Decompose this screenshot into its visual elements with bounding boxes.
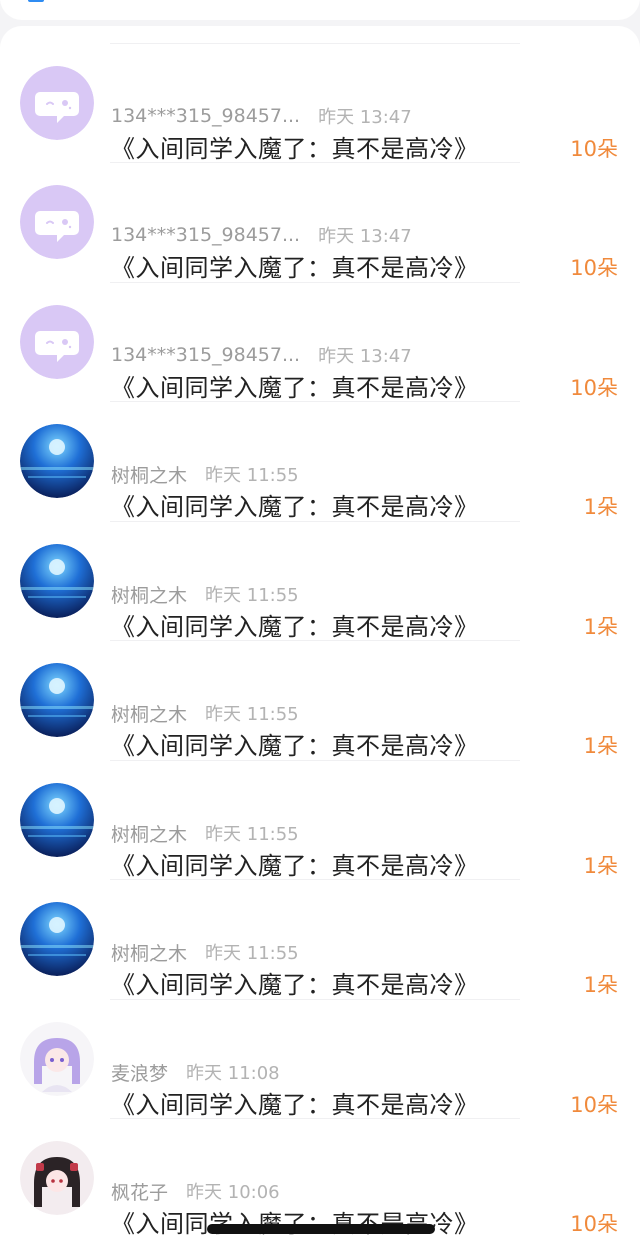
book-title: 《入间同学入魔了：真不是高冷》 [111,254,479,282]
book-title: 《入间同学入魔了：真不是高冷》 [111,493,479,521]
flower-count: 1朵 [583,973,618,997]
flower-count: 1朵 [583,495,618,519]
avatar[interactable] [20,1141,94,1215]
user-name: 麦浪梦 [111,1062,169,1085]
avatar[interactable] [20,544,94,618]
list-item[interactable]: 134***315_98457... 昨天 13:47 《入间同学入魔了：真不是… [0,305,640,436]
row-divider [110,43,520,44]
book-title: 《入间同学入魔了：真不是高冷》 [111,852,479,880]
night-sea-moon-photo [20,663,94,737]
list-item[interactable]: 树桐之木 昨天 11:55 《入间同学入魔了：真不是高冷》 1朵 [0,663,640,794]
book-title: 《入间同学入魔了：真不是高冷》 [111,971,479,999]
avatar[interactable] [20,424,94,498]
user-name: 134***315_98457... [111,344,301,366]
flower-count: 1朵 [583,854,618,878]
timestamp: 昨天 11:55 [205,704,299,725]
list-item[interactable]: 134***315_98457... 昨天 13:47 《入间同学入魔了：真不是… [0,185,640,316]
flower-count: 10朵 [570,137,618,161]
list-item[interactable]: 树桐之木 昨天 11:55 《入间同学入魔了：真不是高冷》 1朵 [0,902,640,1033]
row-meta: 树桐之木 昨天 11:55 [111,582,299,607]
default-chat-bubble-icon [20,305,94,379]
row-meta: 134***315_98457... 昨天 13:47 [111,104,412,128]
row-meta: 树桐之木 昨天 11:55 [111,701,299,726]
avatar[interactable] [20,663,94,737]
flower-count: 10朵 [570,256,618,280]
user-name: 树桐之木 [111,703,188,726]
night-sea-moon-photo [20,544,94,618]
night-sea-moon-photo [20,902,94,976]
user-name: 枫花子 [111,1181,169,1204]
book-title: 《入间同学入魔了：真不是高冷》 [111,613,479,641]
default-chat-bubble-icon [20,66,94,140]
row-meta: 树桐之木 昨天 11:55 [111,462,299,487]
night-sea-moon-photo [20,783,94,857]
night-sea-moon-photo [20,424,94,498]
user-name: 134***315_98457... [111,224,301,246]
timestamp: 昨天 11:08 [186,1063,280,1084]
timestamp: 昨天 11:55 [205,585,299,606]
list-item[interactable]: 树桐之木 昨天 11:55 《入间同学入魔了：真不是高冷》 1朵 [0,783,640,914]
flower-count: 10朵 [570,1212,618,1236]
list-item[interactable]: 树桐之木 昨天 11:55 《入间同学入魔了：真不是高冷》 1朵 [0,544,640,675]
timestamp: 昨天 13:47 [318,226,412,247]
row-meta: 麦浪梦 昨天 11:08 [111,1060,280,1085]
list-item[interactable]: 树桐之木 昨天 11:55 《入间同学入魔了：真不是高冷》 1朵 [0,424,640,555]
anime-girl-lavender-hair [20,1022,94,1096]
avatar[interactable] [20,185,94,259]
avatar[interactable] [20,305,94,379]
timestamp: 昨天 13:47 [318,346,412,367]
user-name: 134***315_98457... [111,105,301,127]
row-meta: 134***315_98457... 昨天 13:47 [111,343,412,367]
user-name: 树桐之木 [111,464,188,487]
avatar[interactable] [20,783,94,857]
anime-girl-dark-hair [20,1141,94,1215]
book-title: 《入间同学入魔了：真不是高冷》 [111,1091,479,1119]
timestamp: 昨天 11:55 [205,465,299,486]
list-item[interactable]: 麦浪梦 昨天 11:08 《入间同学入魔了：真不是高冷》 10朵 [0,1022,640,1153]
user-name: 树桐之木 [111,584,188,607]
book-title: 《入间同学入魔了：真不是高冷》 [111,732,479,760]
avatar[interactable] [20,66,94,140]
timestamp: 昨天 10:06 [186,1182,280,1203]
timestamp: 昨天 11:55 [205,943,299,964]
previous-card [0,0,640,20]
book-title: 《入间同学入魔了：真不是高冷》 [111,374,479,402]
timestamp: 昨天 13:47 [318,107,412,128]
home-indicator[interactable] [207,1224,435,1234]
list-item[interactable]: 134***315_98457... 昨天 13:47 《入间同学入魔了：真不是… [0,66,640,197]
row-meta: 134***315_98457... 昨天 13:47 [111,223,412,247]
previous-card-accent [28,0,44,2]
row-meta: 树桐之木 昨天 11:55 [111,940,299,965]
book-title: 《入间同学入魔了：真不是高冷》 [111,135,479,163]
flower-count: 10朵 [570,376,618,400]
avatar[interactable] [20,1022,94,1096]
row-meta: 枫花子 昨天 10:06 [111,1179,280,1204]
timestamp: 昨天 11:55 [205,824,299,845]
flower-count: 10朵 [570,1093,618,1117]
row-meta: 树桐之木 昨天 11:55 [111,821,299,846]
flower-count: 1朵 [583,734,618,758]
avatar[interactable] [20,902,94,976]
flower-count: 1朵 [583,615,618,639]
user-name: 树桐之木 [111,942,188,965]
gift-record-list[interactable]: 134***315_98457... 昨天 13:47 《入间同学入魔了：真不是… [0,26,640,1247]
default-chat-bubble-icon [20,185,94,259]
user-name: 树桐之木 [111,823,188,846]
